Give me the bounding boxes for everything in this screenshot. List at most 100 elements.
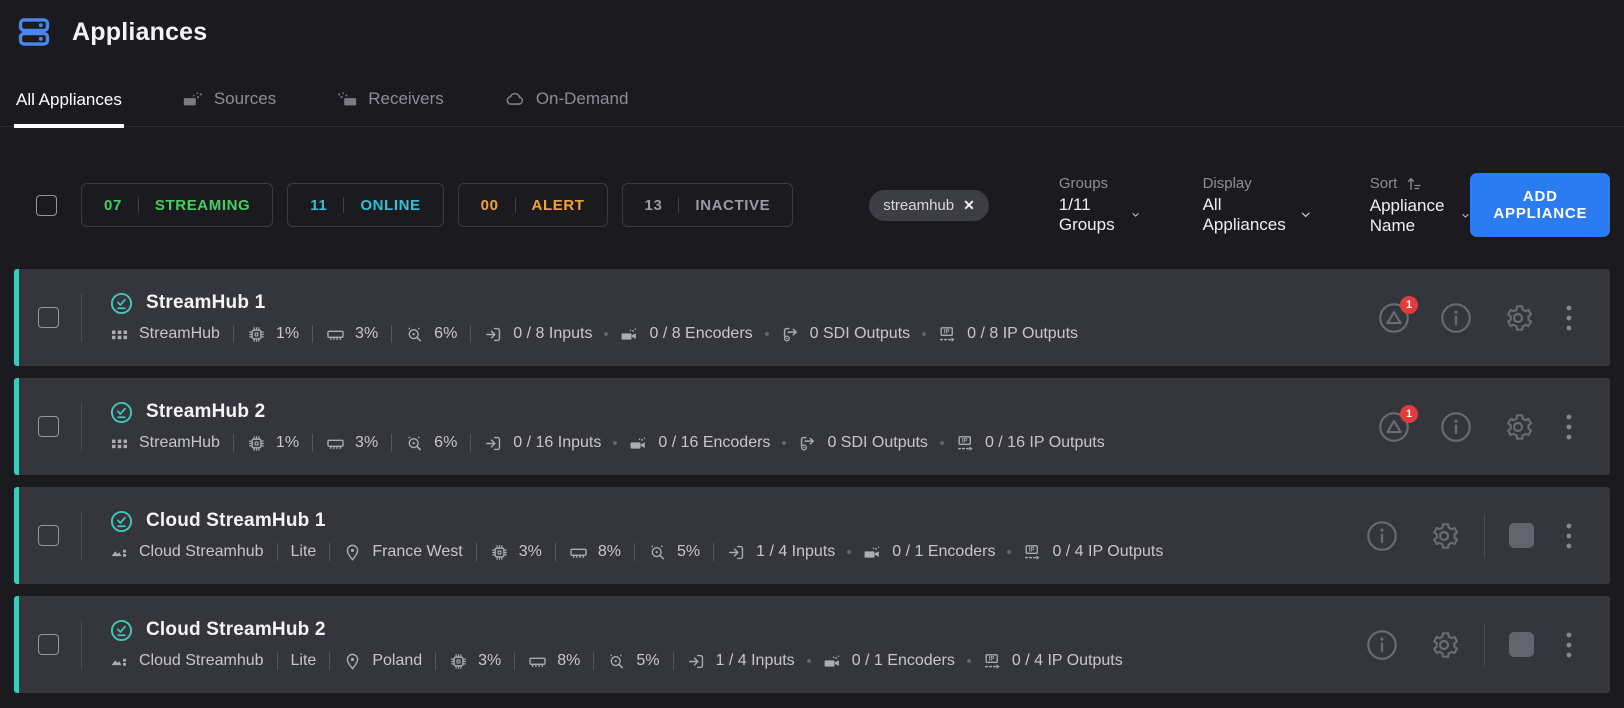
gear-icon: [1502, 302, 1534, 334]
encoders-icon: [823, 652, 842, 671]
dot-separator: [967, 659, 971, 663]
inputs-icon: [727, 543, 746, 562]
dot-separator: [940, 441, 944, 445]
sort-dropdown[interactable]: Sort Appliance Name: [1370, 175, 1471, 236]
groups-value: 1/11 Groups: [1059, 195, 1120, 235]
counter-count: 00: [481, 197, 499, 214]
divider: [470, 325, 471, 343]
more-options-icon[interactable]: [1564, 629, 1574, 661]
dot-separator: [613, 441, 617, 445]
appliance-row-cloud-streamhub-2[interactable]: Cloud StreamHub 2 Cloud Streamhub Lite P…: [14, 596, 1610, 693]
disk-scan-icon: [648, 543, 667, 562]
row-checkbox[interactable]: [38, 525, 59, 546]
divider: [391, 325, 392, 343]
alerts-button[interactable]: 1: [1378, 302, 1410, 334]
stop-button[interactable]: [1509, 632, 1534, 657]
ram-icon: [569, 543, 588, 562]
divider: [1484, 623, 1485, 667]
tab-sources[interactable]: Sources: [180, 82, 278, 126]
sort-label: Sort: [1370, 175, 1398, 192]
counter-alert[interactable]: 00 ALERT: [458, 183, 608, 227]
counter-label: ALERT: [532, 197, 585, 214]
load-value: 5%: [636, 652, 659, 670]
appliance-row-cloud-streamhub-1[interactable]: Cloud StreamHub 1 Cloud Streamhub Lite F…: [14, 487, 1610, 584]
divider: [593, 652, 594, 670]
settings-button[interactable]: [1428, 520, 1460, 552]
divider: [391, 434, 392, 452]
encoders-icon: [629, 434, 648, 453]
tier-label: Lite: [291, 543, 317, 561]
appliance-name: Cloud StreamHub 2: [146, 619, 326, 641]
load-value: 5%: [677, 543, 700, 561]
add-appliance-button[interactable]: ADD APPLIANCE: [1470, 173, 1610, 237]
disk-scan-icon: [607, 652, 626, 671]
gear-icon: [1428, 520, 1460, 552]
info-button[interactable]: [1366, 629, 1398, 661]
sources-icon: [182, 88, 204, 110]
inputs-value: 1 / 4 Inputs: [756, 543, 835, 561]
select-all-checkbox[interactable]: [36, 195, 57, 216]
alert-count-badge: 1: [1400, 296, 1418, 314]
alerts-button[interactable]: 1: [1378, 411, 1410, 443]
more-options-icon[interactable]: [1564, 520, 1574, 552]
info-icon: [1366, 520, 1398, 552]
more-options-icon[interactable]: [1564, 302, 1574, 334]
dot-separator: [1007, 550, 1011, 554]
tab-receivers[interactable]: Receivers: [334, 82, 446, 126]
row-checkbox[interactable]: [38, 416, 59, 437]
location-value: France West: [372, 543, 462, 561]
counter-count: 07: [104, 197, 122, 214]
encoders-value: 0 / 1 Encoders: [892, 543, 995, 561]
stop-button[interactable]: [1509, 523, 1534, 548]
appliance-row-streamhub-1[interactable]: StreamHub 1 StreamHub 1% 3% 6% 0: [14, 269, 1610, 366]
search-filter-chip[interactable]: streamhub ✕: [869, 190, 989, 221]
divider: [329, 652, 330, 670]
inputs-value: 0 / 16 Inputs: [513, 434, 601, 452]
row-checkbox[interactable]: [38, 634, 59, 655]
settings-button[interactable]: [1502, 302, 1534, 334]
divider: [713, 543, 714, 561]
settings-button[interactable]: [1428, 629, 1460, 661]
ram-value: 8%: [598, 543, 621, 561]
encoders-icon: [863, 543, 882, 562]
inputs-icon: [687, 652, 706, 671]
appliance-row-streamhub-2[interactable]: StreamHub 2 StreamHub 1% 3% 6% 0: [14, 378, 1610, 475]
status-counters: 07 STREAMING 11 ONLINE 00 ALERT 13 INACT…: [81, 183, 793, 227]
sdi-outputs-icon: [781, 325, 800, 344]
display-dropdown[interactable]: Display All Appliances: [1203, 175, 1312, 235]
inputs-icon: [484, 434, 503, 453]
appliance-list: StreamHub 1 StreamHub 1% 3% 6% 0: [0, 269, 1624, 693]
divider: [81, 294, 82, 342]
encoders-value: 0 / 8 Encoders: [649, 325, 752, 343]
counter-count: 11: [310, 197, 327, 214]
divider: [312, 325, 313, 343]
counter-inactive[interactable]: 13 INACTIVE: [622, 183, 794, 227]
divider: [555, 543, 556, 561]
info-button[interactable]: [1366, 520, 1398, 552]
sort-icon: [1405, 175, 1423, 193]
divider: [673, 652, 674, 670]
groups-dropdown[interactable]: Groups 1/11 Groups: [1059, 175, 1141, 235]
divider: [514, 652, 515, 670]
counter-streaming[interactable]: 07 STREAMING: [81, 183, 273, 227]
display-value: All Appliances: [1203, 195, 1289, 235]
dot-separator: [604, 332, 608, 336]
counter-online[interactable]: 11 ONLINE: [287, 183, 443, 227]
counter-count: 13: [645, 197, 663, 214]
disk-scan-icon: [405, 325, 424, 344]
appliance-name: StreamHub 1: [146, 292, 265, 314]
row-checkbox[interactable]: [38, 307, 59, 328]
ip-outputs-icon: [983, 652, 1002, 671]
tab-all-appliances[interactable]: All Appliances: [14, 84, 124, 128]
settings-button[interactable]: [1502, 411, 1534, 443]
more-options-icon[interactable]: [1564, 411, 1574, 443]
chip-remove-icon[interactable]: ✕: [963, 197, 975, 214]
ip-outputs-icon: [938, 325, 957, 344]
appliances-page: Appliances All Appliances Sources Receiv…: [0, 0, 1624, 693]
location-pin-icon: [343, 543, 362, 562]
info-button[interactable]: [1440, 302, 1472, 334]
load-value: 6%: [434, 325, 457, 343]
tab-on-demand[interactable]: On-Demand: [502, 82, 631, 126]
info-button[interactable]: [1440, 411, 1472, 443]
divider: [515, 197, 516, 213]
